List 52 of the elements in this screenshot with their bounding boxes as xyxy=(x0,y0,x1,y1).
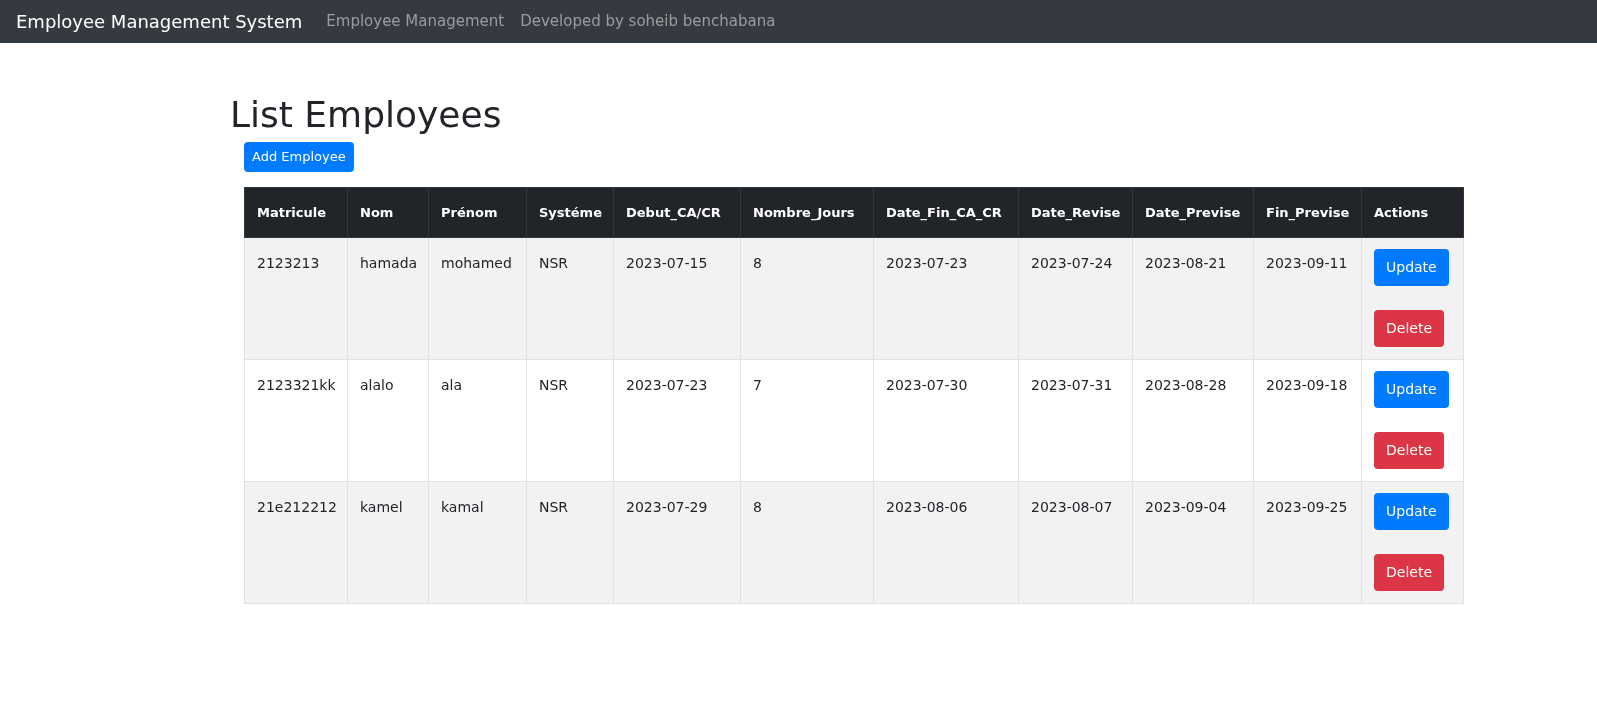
column-header: Date_Previse xyxy=(1132,187,1254,238)
table-cell: 2023-07-30 xyxy=(873,359,1019,482)
update-button[interactable]: Update xyxy=(1374,249,1449,287)
table-cell: 2023-07-23 xyxy=(613,359,741,482)
table-cell: 2023-09-11 xyxy=(1253,237,1362,360)
column-header: Actions xyxy=(1361,187,1464,238)
table-cell: 2023-07-31 xyxy=(1018,359,1133,482)
table-cell: ala xyxy=(428,359,527,482)
table-cell: 2023-08-07 xyxy=(1018,481,1133,604)
table-cell: hamada xyxy=(347,237,429,360)
delete-button[interactable]: Delete xyxy=(1374,554,1444,592)
table-cell: 8 xyxy=(740,237,874,360)
column-header: Nombre_Jours xyxy=(740,187,874,238)
page-title: List Employees xyxy=(230,93,503,137)
table-cell: 2023-07-24 xyxy=(1018,237,1133,360)
table-cell: 2023-07-23 xyxy=(873,237,1019,360)
table-cell: 2023-08-21 xyxy=(1132,237,1254,360)
table-cell: 2123213 xyxy=(244,237,348,360)
table-cell: 2023-08-28 xyxy=(1132,359,1254,482)
column-header: Nom xyxy=(347,187,429,238)
table-cell: kamal xyxy=(428,481,527,604)
column-header: Date_Fin_CA_CR xyxy=(873,187,1019,238)
table-cell: 21e212212 xyxy=(244,481,348,604)
table-cell: NSR xyxy=(526,481,614,604)
table-cell: 2123321kk xyxy=(244,359,348,482)
table-cell: kamel xyxy=(347,481,429,604)
column-header: Debut_CA/CR xyxy=(613,187,741,238)
table-cell: 8 xyxy=(740,481,874,604)
table-cell: NSR xyxy=(526,237,614,360)
table-cell: 2023-08-06 xyxy=(873,481,1019,604)
table-cell: 2023-09-04 xyxy=(1132,481,1254,604)
column-header: Systéme xyxy=(526,187,614,238)
delete-button[interactable]: Delete xyxy=(1374,310,1444,348)
table-cell: NSR xyxy=(526,359,614,482)
update-button[interactable]: Update xyxy=(1374,371,1449,409)
column-header: Prénom xyxy=(428,187,527,238)
table-cell: 2023-07-29 xyxy=(613,481,741,604)
navbar-brand[interactable]: Employee Management System xyxy=(16,8,303,35)
table-cell: 2023-09-18 xyxy=(1253,359,1362,482)
table-cell: alalo xyxy=(347,359,429,482)
table-cell: 2023-09-25 xyxy=(1253,481,1362,604)
table-cell: mohamed xyxy=(428,237,527,360)
nav-link[interactable]: Employee Management xyxy=(326,10,505,33)
column-header: Fin_Previse xyxy=(1253,187,1362,238)
update-button[interactable]: Update xyxy=(1374,493,1449,531)
column-header: Matricule xyxy=(244,187,348,238)
add-employee-button[interactable]: Add Employee xyxy=(244,142,354,172)
delete-button[interactable]: Delete xyxy=(1374,432,1444,470)
table-cell: 7 xyxy=(740,359,874,482)
table-cell: 2023-07-15 xyxy=(613,237,741,360)
nav-link[interactable]: Developed by soheib benchabana xyxy=(520,10,776,33)
column-header: Date_Revise xyxy=(1018,187,1133,238)
